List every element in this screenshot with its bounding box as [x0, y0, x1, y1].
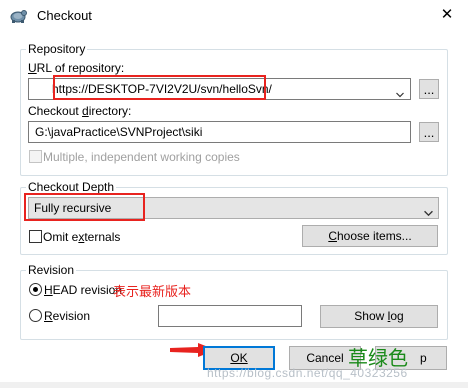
specific-revision-label: Revision: [44, 309, 91, 323]
browse-directory-button[interactable]: ...: [419, 122, 439, 142]
watermark: https://blog.csdn.net/qq_40323256: [207, 366, 408, 380]
multiple-working-copies-label: Multiple, independent working copies: [43, 150, 240, 164]
revision-group-label: Revision: [26, 263, 77, 277]
omit-externals-label: Omit externals: [43, 230, 121, 244]
depth-highlight-box: [24, 193, 145, 221]
head-revision-radio[interactable]: [29, 283, 42, 296]
bottom-strip: [0, 382, 468, 388]
revision-number-field[interactable]: [158, 305, 302, 327]
chevron-down-icon[interactable]: [396, 85, 404, 99]
tortoise-svn-icon: [8, 6, 28, 24]
url-label: URL of repository:: [28, 61, 125, 75]
url-highlight-box: [53, 75, 266, 100]
multiple-working-copies-checkbox: [29, 150, 42, 163]
close-button[interactable]: ✕: [426, 0, 468, 30]
checkout-depth-group-label: Checkout Depth: [26, 180, 117, 194]
head-revision-label: HEAD revision: [44, 283, 123, 297]
window-title: Checkout: [37, 8, 92, 23]
show-log-button[interactable]: Show log: [320, 305, 438, 328]
choose-items-button[interactable]: Choose items...: [302, 225, 438, 247]
checkout-directory-field[interactable]: G:\javaPractice\SVNProject\siki: [28, 121, 411, 143]
chevron-down-icon: [424, 204, 433, 224]
head-revision-annotation: 表示最新版本: [113, 284, 192, 299]
omit-externals-checkbox[interactable]: [29, 230, 42, 243]
specific-revision-radio[interactable]: [29, 309, 42, 322]
close-icon: ✕: [440, 6, 454, 23]
repository-group-label: Repository: [26, 42, 88, 56]
checkout-directory-label: Checkout directory:: [28, 104, 132, 118]
browse-url-button[interactable]: ...: [419, 79, 439, 99]
